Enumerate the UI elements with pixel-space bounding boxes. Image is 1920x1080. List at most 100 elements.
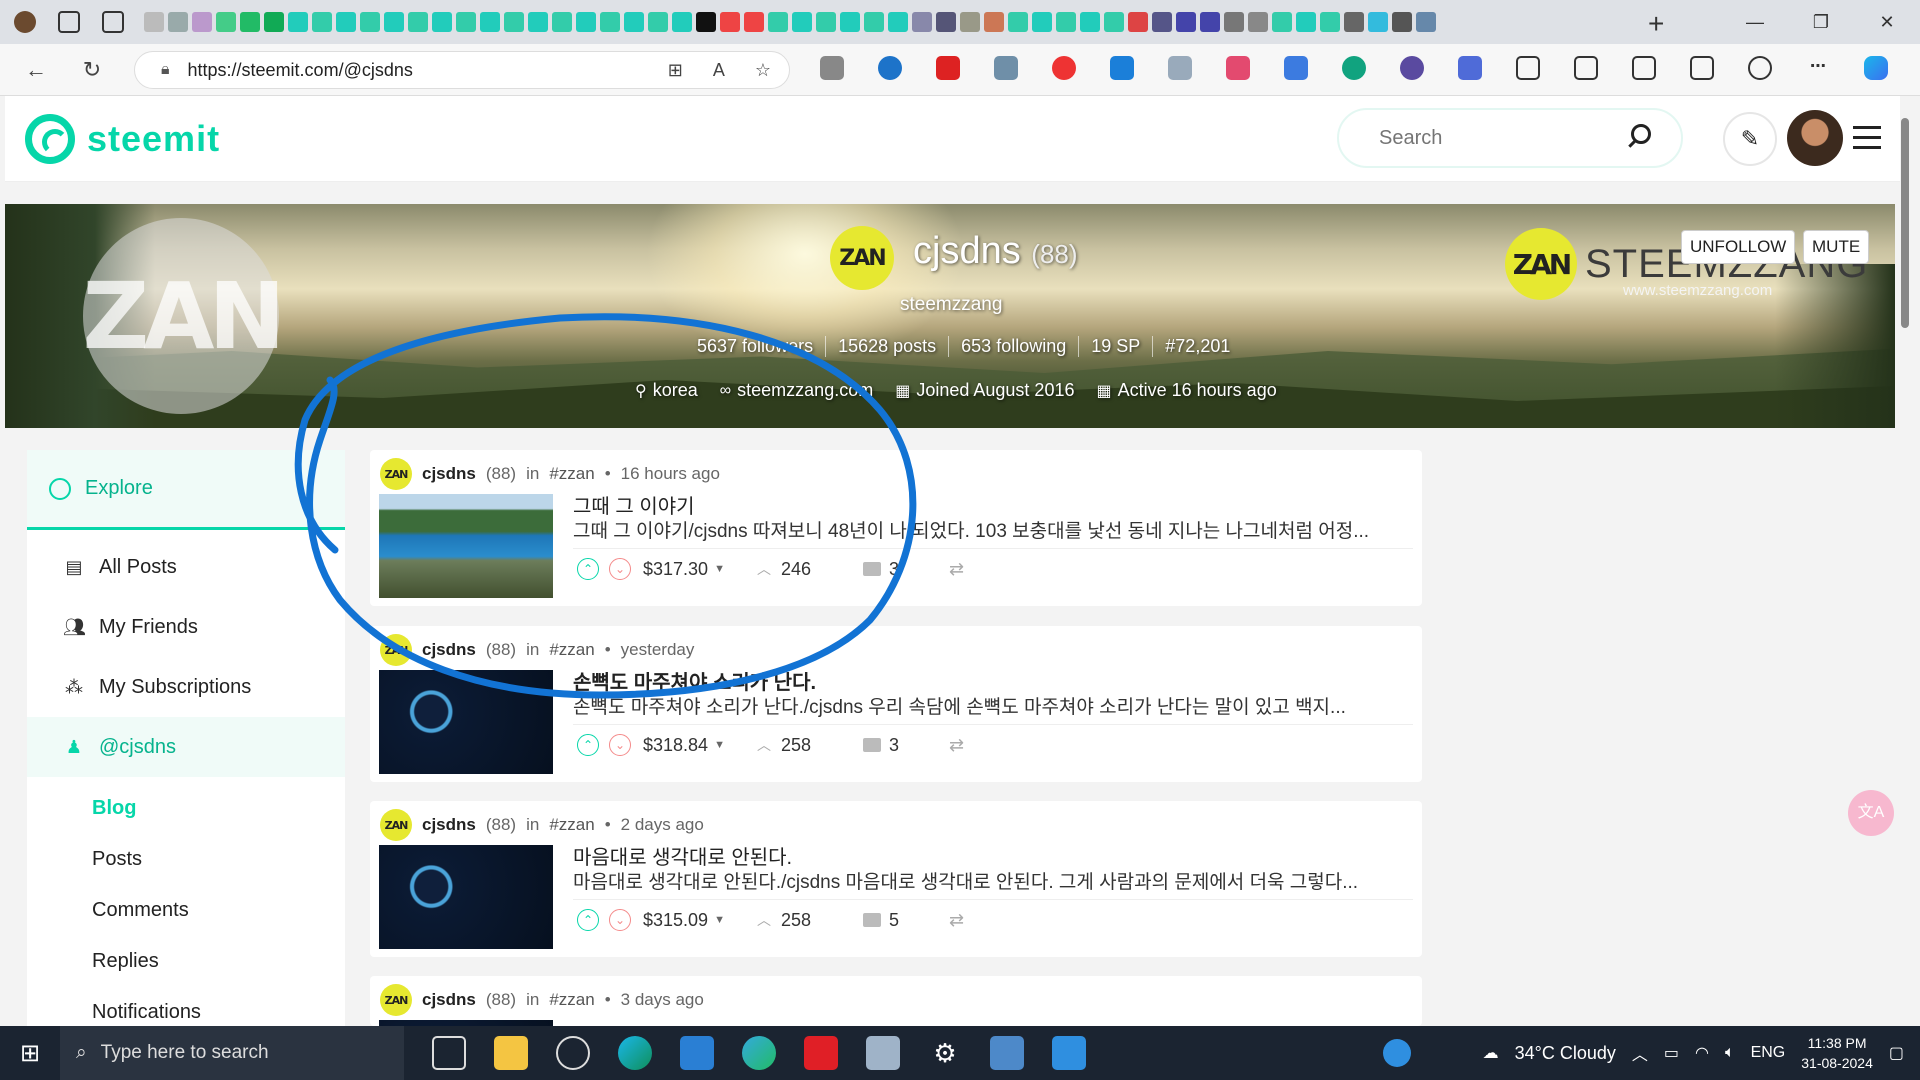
tab-favicon[interactable] <box>1296 12 1316 32</box>
tab-favicon[interactable] <box>1152 12 1172 32</box>
tab-favicon[interactable] <box>816 12 836 32</box>
author-avatar[interactable]: ZAN <box>380 809 412 841</box>
tab-favicon[interactable] <box>456 12 476 32</box>
tab-favicon[interactable] <box>1272 12 1292 32</box>
payout[interactable]: $317.30 ▼ <box>643 559 725 580</box>
tab-favicon[interactable] <box>1104 12 1124 32</box>
extensions-puzzle-icon[interactable] <box>1516 56 1540 80</box>
wifi-icon[interactable]: ◠ <box>1695 1043 1709 1063</box>
apps-icon[interactable]: ⊞ <box>668 60 683 81</box>
tab-favicon[interactable] <box>360 12 380 32</box>
post-thumbnail[interactable] <box>379 845 553 949</box>
tab-actions-icon[interactable] <box>102 11 124 33</box>
split-screen-icon[interactable] <box>1574 56 1598 80</box>
tab-favicon[interactable] <box>888 12 908 32</box>
search-input[interactable] <box>1379 126 1619 150</box>
author-avatar[interactable]: ZAN <box>380 458 412 490</box>
language-indicator[interactable]: ENG <box>1751 1044 1786 1062</box>
tab-favicon[interactable] <box>384 12 404 32</box>
post-card[interactable]: ZAN cjsdns (88) in #zzan • 3 days ago <box>370 976 1422 1026</box>
tab-favicon[interactable] <box>1200 12 1220 32</box>
create-post-button[interactable]: ✎ <box>1723 112 1777 166</box>
resteem-icon[interactable]: ⇄ <box>949 735 964 756</box>
store-icon[interactable] <box>680 1036 714 1070</box>
following-count[interactable]: 653 following <box>949 336 1080 357</box>
resteem-icon[interactable]: ⇄ <box>949 910 964 931</box>
extension-icon[interactable] <box>936 56 960 80</box>
unfollow-button[interactable]: UNFOLLOW <box>1681 230 1796 264</box>
tab-favicon[interactable] <box>1344 12 1364 32</box>
post-thumbnail[interactable] <box>379 494 553 598</box>
downvote-icon[interactable]: ⌄ <box>609 558 631 580</box>
calculator-icon[interactable] <box>990 1036 1024 1070</box>
tab-favicon[interactable] <box>1248 12 1268 32</box>
tab-favicon[interactable] <box>792 12 812 32</box>
post-card[interactable]: ZAN cjsdns (88) in #zzan • 2 days ago 마음… <box>370 801 1422 957</box>
extension-icon[interactable] <box>1400 56 1424 80</box>
favorite-star-icon[interactable]: ☆ <box>755 60 771 81</box>
tab-favicon[interactable] <box>984 12 1004 32</box>
author-name[interactable]: cjsdns <box>422 815 476 835</box>
tab-favicon[interactable] <box>432 12 452 32</box>
tab-favicon[interactable] <box>1416 12 1436 32</box>
post-excerpt[interactable]: 그때 그 이야기/cjsdns 따져보니 48년이 나 되었다. 103 보충대… <box>573 516 1413 543</box>
tab-favicon[interactable] <box>480 12 500 32</box>
volume-icon[interactable]: 🔈︎ <box>1725 1044 1735 1062</box>
tab-favicon[interactable] <box>1008 12 1028 32</box>
tab-favicon[interactable] <box>240 12 260 32</box>
settings-gear-icon[interactable]: ⚙ <box>928 1036 962 1070</box>
tab-favicon[interactable] <box>576 12 596 32</box>
tab-favicon[interactable] <box>1320 12 1340 32</box>
profile-icon[interactable] <box>14 11 36 33</box>
tab-favicon[interactable] <box>336 12 356 32</box>
app-icon[interactable] <box>866 1036 900 1070</box>
tab-favicon[interactable] <box>408 12 428 32</box>
help-icon[interactable] <box>1382 1039 1411 1067</box>
tab-favicon[interactable] <box>1224 12 1244 32</box>
performance-icon[interactable] <box>1748 56 1772 80</box>
post-card[interactable]: ZAN cjsdns (88) in #zzan • 16 hours ago … <box>370 450 1422 606</box>
tab-favicon[interactable] <box>504 12 524 32</box>
more-menu-icon[interactable]: ⋯ <box>1806 56 1830 80</box>
url-text[interactable]: https://steemit.com/@cjsdns <box>188 60 413 81</box>
edge-beta-icon[interactable] <box>742 1036 776 1070</box>
community-tag[interactable]: #zzan <box>549 640 594 660</box>
tab-favicon[interactable] <box>864 12 884 32</box>
tab-favicon[interactable] <box>672 12 692 32</box>
translate-float-icon[interactable]: 文A <box>1848 790 1894 836</box>
post-excerpt[interactable]: 손뼉도 마주쳐야 소리가 난다./cjsdns 우리 속담에 손뼉도 마주쳐야 … <box>573 692 1413 719</box>
downvote-icon[interactable]: ⌄ <box>609 909 631 931</box>
resteem-icon[interactable]: ⇄ <box>949 559 964 580</box>
user-avatar[interactable] <box>1787 110 1843 166</box>
sidebar-sub-comments[interactable]: Comments <box>27 885 345 936</box>
clock[interactable]: 11:38 PM 31-08-2024 <box>1801 1033 1873 1073</box>
minimize-icon[interactable]: — <box>1722 0 1788 44</box>
sidebar-item-my-friends[interactable]: 👥︎ My Friends <box>27 597 345 657</box>
website[interactable]: ∞ steemzzang.com <box>720 380 873 401</box>
extension-icon[interactable] <box>994 56 1018 80</box>
copilot-icon[interactable] <box>1864 56 1888 80</box>
windows-start-icon[interactable]: ⊞ <box>0 1039 60 1068</box>
read-aloud-icon[interactable]: A <box>713 60 725 81</box>
tab-favicon[interactable] <box>264 12 284 32</box>
sidebar-item-all-posts[interactable]: ▤ All Posts <box>27 537 345 597</box>
comment-count[interactable]: 3 <box>863 735 899 756</box>
tab-favicon[interactable] <box>1056 12 1076 32</box>
community-tag[interactable]: #zzan <box>549 990 594 1010</box>
tab-favicon[interactable] <box>720 12 740 32</box>
tab-favicon[interactable] <box>840 12 860 32</box>
extension-icon[interactable] <box>1168 56 1192 80</box>
tab-favicon[interactable] <box>312 12 332 32</box>
tab-favicon[interactable] <box>744 12 764 32</box>
tab-favicon[interactable] <box>696 12 716 32</box>
new-tab-icon[interactable]: + <box>1648 8 1664 40</box>
sidebar-sub-blog[interactable]: Blog <box>27 783 345 834</box>
website-link[interactable]: steemzzang.com <box>737 380 873 401</box>
tab-favicon[interactable] <box>768 12 788 32</box>
extension-icon[interactable] <box>1458 56 1482 80</box>
tab-favicon[interactable] <box>600 12 620 32</box>
vote-count[interactable]: ︿ 258 <box>757 735 811 756</box>
tab-favicon[interactable] <box>144 12 164 32</box>
grammarly-icon[interactable] <box>1342 56 1366 80</box>
tab-favicon[interactable] <box>648 12 668 32</box>
